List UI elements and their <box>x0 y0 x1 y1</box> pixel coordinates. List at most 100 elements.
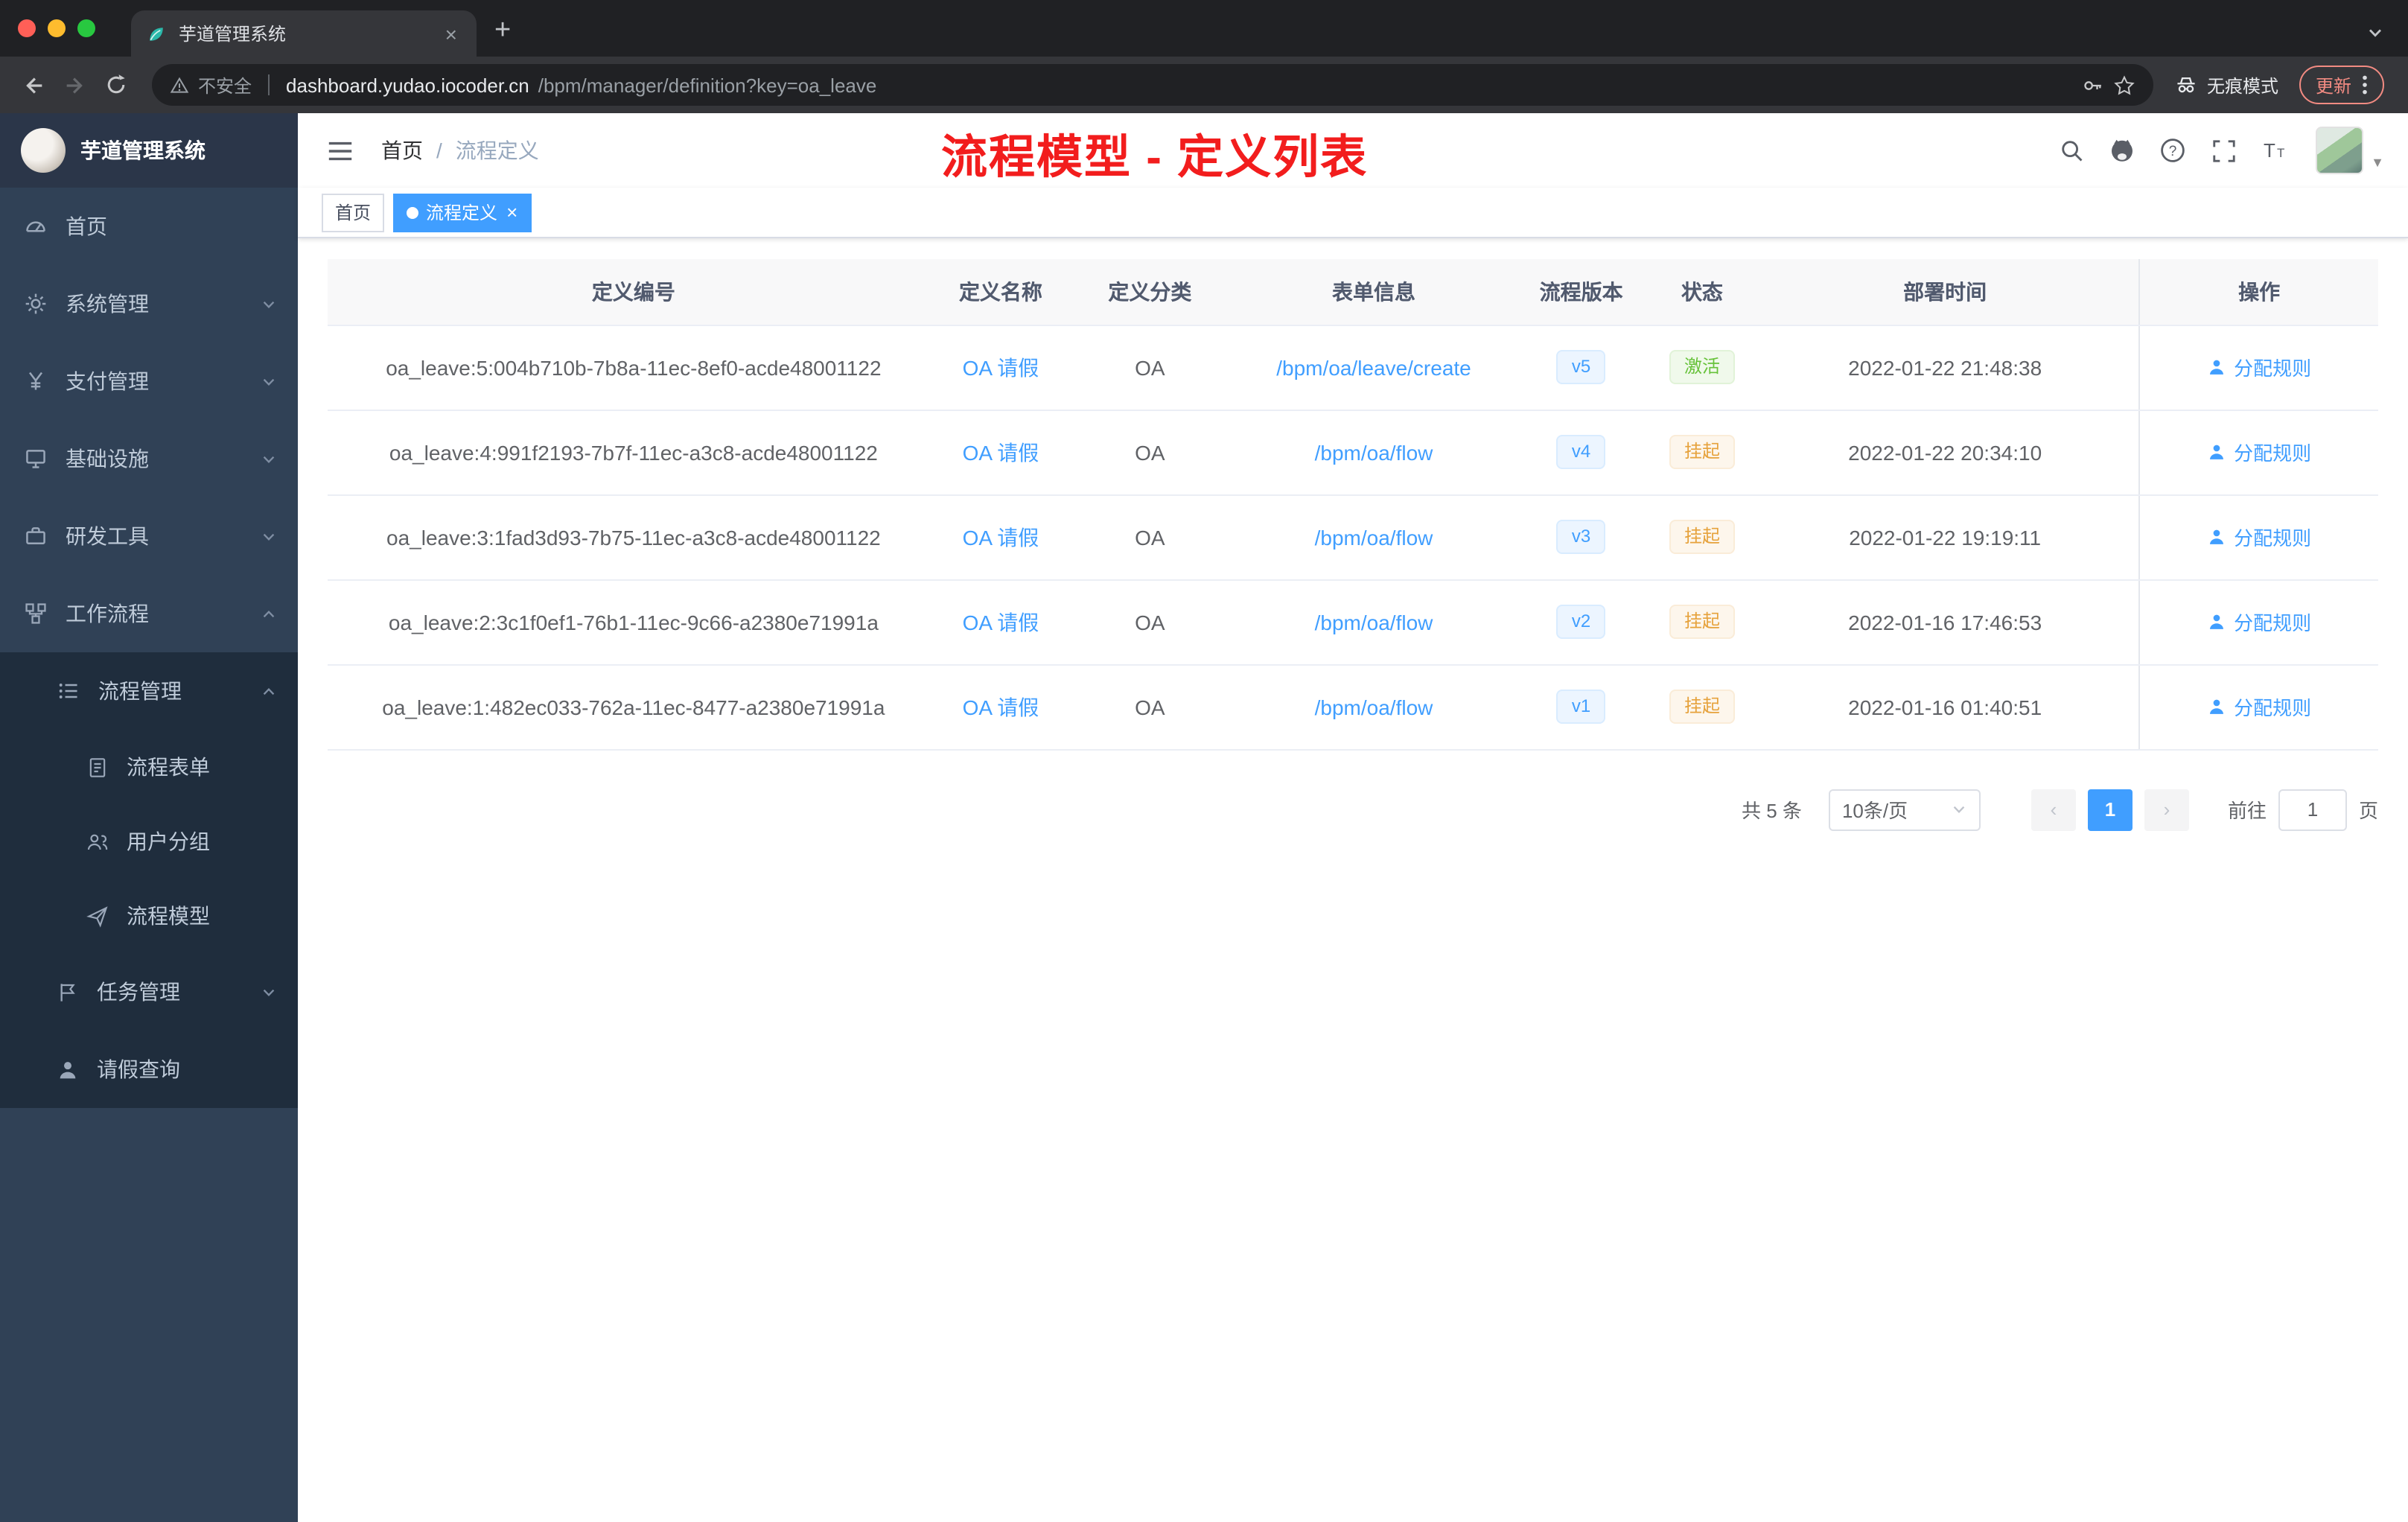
help-icon[interactable]: ? <box>2152 130 2194 171</box>
assign-rule-link[interactable]: 分配规则 <box>2207 438 2311 466</box>
form-link[interactable]: /bpm/oa/flow <box>1315 695 1433 719</box>
page-size-select[interactable]: 10条/页 <box>1828 789 1981 830</box>
goto-page-input[interactable] <box>2278 789 2347 830</box>
breadcrumb-current: 流程定义 <box>455 138 539 162</box>
security-warning-icon[interactable] <box>170 75 189 95</box>
cell-category: OA <box>1062 664 1238 750</box>
browser-window: 芋道管理系统 × + 不安全 dashboard.yudao.iocoder.c… <box>0 0 2408 1522</box>
sidebar-item-user-group[interactable]: 用户分组 <box>0 804 298 879</box>
fullscreen-icon[interactable] <box>2202 130 2244 171</box>
sidebar-item-system-mgmt[interactable]: 系统管理 <box>0 265 298 343</box>
tab-title: 芋道管理系统 <box>179 24 287 45</box>
url-path: /bpm/manager/definition?key=oa_leave <box>538 74 877 96</box>
browser-menu-icon[interactable] <box>2362 74 2368 95</box>
yen-icon <box>24 369 48 393</box>
sidebar-item-leave-query[interactable]: 请假查询 <box>0 1031 298 1108</box>
browser-update-button[interactable]: 更新 <box>2299 66 2384 104</box>
form-link[interactable]: /bpm/oa/flow <box>1315 610 1433 634</box>
chevron-up-icon <box>261 605 277 622</box>
security-label[interactable]: 不安全 <box>198 72 252 98</box>
back-icon[interactable] <box>12 64 54 106</box>
pagination-total: 共 5 条 <box>1742 800 1802 822</box>
sidebar-item-infrastructure[interactable]: 基础设施 <box>0 420 298 497</box>
window-controls <box>0 0 110 57</box>
github-icon[interactable] <box>2101 130 2143 171</box>
tag-home[interactable]: 首页 <box>322 193 385 232</box>
incognito-label: 无痕模式 <box>2206 75 2278 96</box>
main-panel: 定义编号 定义名称 定义分类 表单信息 流程版本 状态 部署时间 操作 oa_l <box>298 238 2408 1522</box>
form-link[interactable]: /bpm/oa/flow <box>1315 440 1433 464</box>
tag-process-definition[interactable]: 流程定义 × <box>393 193 532 232</box>
cell-category: OA <box>1062 325 1238 410</box>
status-badge: 挂起 <box>1669 689 1735 725</box>
update-label: 更新 <box>2315 75 2351 96</box>
tag-close-icon[interactable]: × <box>506 203 517 222</box>
sidebar-item-payment-mgmt[interactable]: 支付管理 <box>0 343 298 420</box>
sidebar-item-process-model[interactable]: 流程模型 <box>0 879 298 953</box>
prev-page-button[interactable]: ‹ <box>2030 789 2076 830</box>
forward-icon[interactable] <box>54 64 95 106</box>
cell-category: OA <box>1062 410 1238 495</box>
page-number-active[interactable]: 1 <box>2087 789 2133 830</box>
cell-definition-id: oa_leave:3:1fad3d93-7b75-11ec-a3c8-acde4… <box>328 494 940 580</box>
font-size-icon[interactable]: TT <box>2253 130 2295 171</box>
active-tag-dot <box>407 206 419 218</box>
form-link[interactable]: /bpm/oa/flow <box>1315 525 1433 549</box>
sidebar-item-workflow[interactable]: 工作流程 <box>0 575 298 652</box>
flag-icon <box>57 981 79 1003</box>
definition-name-link[interactable]: OA 请假 <box>963 525 1039 549</box>
window-zoom-button[interactable] <box>77 19 95 37</box>
reload-icon[interactable] <box>95 64 137 106</box>
sidebar-item-task-mgmt[interactable]: 任务管理 <box>0 953 298 1031</box>
breadcrumb: 首页 / 流程定义 <box>381 136 539 165</box>
cell-category: OA <box>1062 494 1238 580</box>
sidebar: 芋道管理系统 首页 系统管理 支付管理 基础设施 研发工具 工作流程 流程管理 … <box>0 113 298 1522</box>
sidebar-item-label: 流程模型 <box>127 904 210 928</box>
favicon <box>146 23 167 44</box>
definition-name-link[interactable]: OA 请假 <box>963 355 1039 379</box>
table-row: oa_leave:4:991f2193-7b7f-11ec-a3c8-acde4… <box>328 410 2378 495</box>
password-key-icon[interactable] <box>2082 74 2104 96</box>
definition-name-link[interactable]: OA 请假 <box>963 440 1039 464</box>
table-row: oa_leave:2:3c1f0ef1-76b1-11ec-9c66-a2380… <box>328 579 2378 665</box>
svg-text:?: ? <box>2169 144 2177 159</box>
user-menu[interactable]: ▼ <box>2316 127 2384 174</box>
version-badge: v1 <box>1556 689 1606 725</box>
address-bar[interactable]: 不安全 dashboard.yudao.iocoder.cn /bpm/mana… <box>152 64 2153 106</box>
next-page-button[interactable]: › <box>2144 789 2189 830</box>
breadcrumb-home[interactable]: 首页 <box>381 136 423 165</box>
page-size-value: 10条/页 <box>1841 800 1908 822</box>
version-badge: v4 <box>1556 434 1606 470</box>
assign-rule-link[interactable]: 分配规则 <box>2207 692 2311 721</box>
breadcrumb-separator: / <box>436 138 442 162</box>
cell-definition-id: oa_leave:1:482ec033-762a-11ec-8477-a2380… <box>328 664 940 750</box>
window-minimize-button[interactable] <box>48 19 66 37</box>
new-tab-button[interactable]: + <box>494 15 511 48</box>
person-icon <box>57 1058 79 1080</box>
sidebar-item-label: 首页 <box>66 214 107 238</box>
sidebar-item-dev-tools[interactable]: 研发工具 <box>0 497 298 575</box>
browser-tab[interactable]: 芋道管理系统 × <box>131 10 477 57</box>
sidebar-item-label: 用户分组 <box>127 830 210 853</box>
sidebar-item-process-form[interactable]: 流程表单 <box>0 730 298 804</box>
browser-tab-strip: 芋道管理系统 × + <box>0 0 2408 57</box>
definition-name-link[interactable]: OA 请假 <box>963 610 1039 634</box>
window-close-button[interactable] <box>18 19 36 37</box>
cell-deploy-time: 2022-01-16 01:40:51 <box>1751 664 2140 750</box>
hamburger-icon[interactable] <box>322 133 357 168</box>
version-badge: v3 <box>1556 519 1606 555</box>
sidebar-item-process-mgmt[interactable]: 流程管理 <box>0 652 298 730</box>
assign-rule-link[interactable]: 分配规则 <box>2207 608 2311 636</box>
assign-rule-link[interactable]: 分配规则 <box>2207 523 2311 551</box>
toolbox-icon <box>24 524 48 548</box>
definition-name-link[interactable]: OA 请假 <box>963 695 1039 719</box>
tab-search-chevron-icon[interactable] <box>2366 24 2384 42</box>
app-logo-row[interactable]: 芋道管理系统 <box>0 113 298 188</box>
form-link[interactable]: /bpm/oa/leave/create <box>1276 355 1471 379</box>
tab-close-icon[interactable]: × <box>441 22 462 45</box>
assign-rule-link[interactable]: 分配规则 <box>2207 353 2311 381</box>
omnibox-divider <box>268 74 270 95</box>
bookmark-star-icon[interactable] <box>2113 74 2135 96</box>
sidebar-item-home[interactable]: 首页 <box>0 188 298 265</box>
search-icon[interactable] <box>2051 130 2092 171</box>
